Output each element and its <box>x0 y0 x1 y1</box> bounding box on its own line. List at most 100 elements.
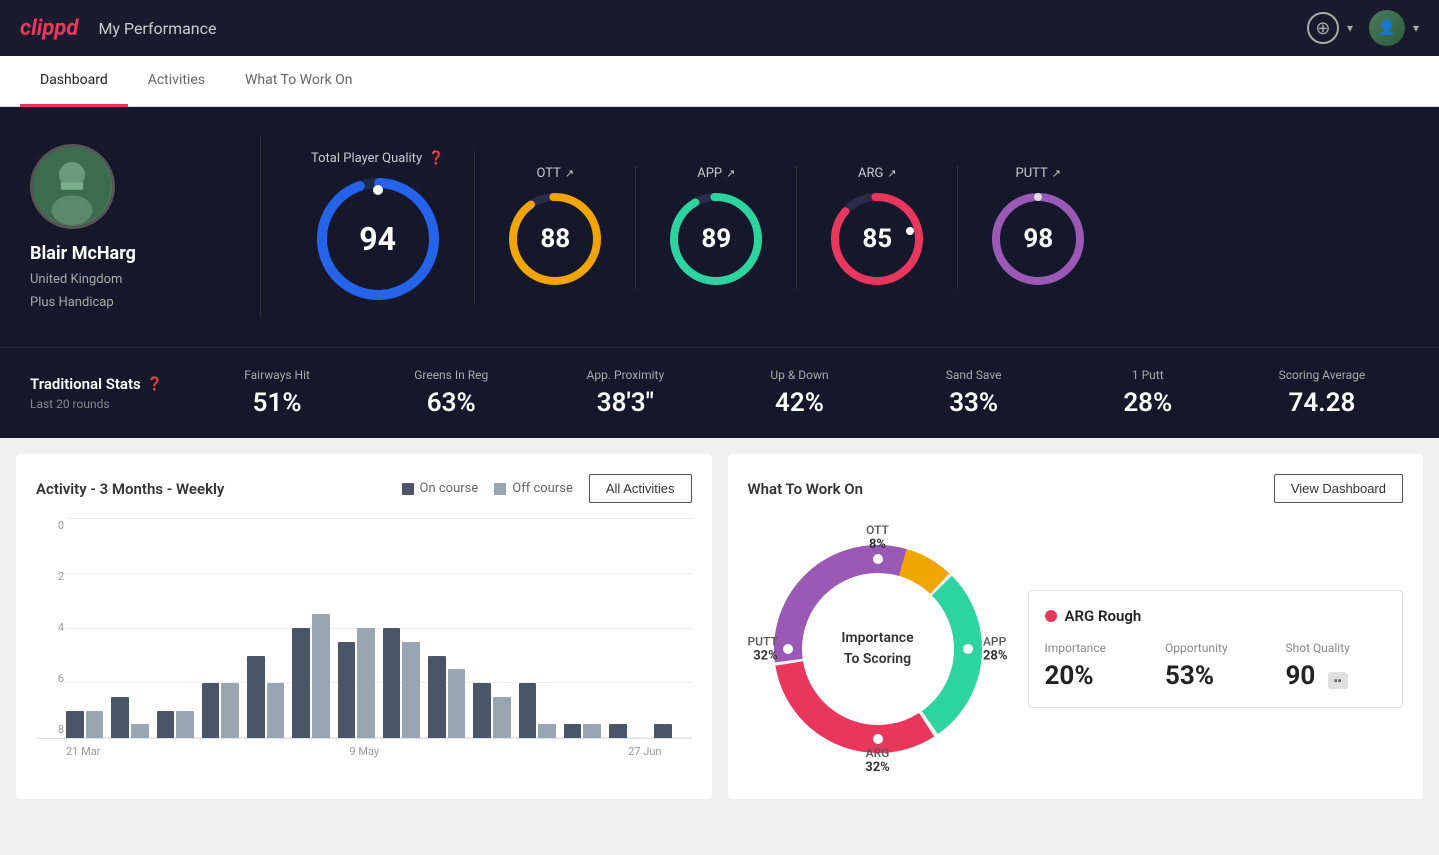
player-avatar <box>30 144 115 229</box>
tab-what-to-work-on[interactable]: What To Work On <box>225 56 373 107</box>
stat-name-sand: Sand Save <box>887 368 1061 382</box>
ott-arrow-icon: ↗ <box>565 167 574 180</box>
x-axis: 21 Mar 9 May 27 Jun <box>36 739 692 758</box>
add-button[interactable]: ⊕ <box>1307 12 1339 44</box>
bar-off-3 <box>221 683 239 738</box>
donut-chart-container: ImportanceTo Scoring OTT 8% APP 28% ARG … <box>748 519 1008 779</box>
trad-label-block: Traditional Stats ❓ Last 20 rounds <box>30 375 190 411</box>
bar-chart: 8 6 4 2 0 <box>36 519 692 739</box>
stats-banner: Blair McHarg United Kingdom Plus Handica… <box>0 107 1439 347</box>
bar-off-0 <box>86 711 104 739</box>
arg-arrow-icon: ↗ <box>887 167 896 180</box>
info-shot-quality-badge: ▪▪ <box>1328 672 1348 689</box>
app-gauge: 89 <box>666 189 766 289</box>
header: clippd My Performance ⊕ ▾ 👤 ▾ <box>0 0 1439 56</box>
header-left: clippd My Performance <box>20 16 217 41</box>
stat-sand-save: Sand Save 33% <box>887 368 1061 418</box>
bar-off-6 <box>357 628 375 738</box>
ott-gauge: 88 <box>505 189 605 289</box>
work-card-header: What To Work On View Dashboard <box>748 474 1404 503</box>
bar-group-7 <box>383 628 420 738</box>
bar-group-5 <box>292 614 329 738</box>
info-shot-quality: Shot Quality 90 ▪▪ <box>1286 641 1387 691</box>
total-quality-label: Total Player Quality <box>311 151 422 166</box>
stat-greens-in-reg: Greens In Reg 63% <box>364 368 538 418</box>
info-importance-label: Importance <box>1045 641 1146 655</box>
info-card: ARG Rough Importance 20% Opportunity 53%… <box>1028 590 1404 708</box>
putt-label: PUTT ↗ <box>1016 166 1061 181</box>
player-avatar-inner <box>33 147 112 226</box>
grid-line-25 <box>66 682 692 683</box>
bar-off-8 <box>448 669 466 738</box>
bar-off-7 <box>402 642 420 738</box>
tabs: Dashboard Activities What To Work On <box>0 56 1439 107</box>
y-tick-2: 2 <box>36 570 64 583</box>
stat-value-scoring: 74.28 <box>1235 388 1409 418</box>
stat-name-gir: Greens In Reg <box>364 368 538 382</box>
bar-on-8 <box>428 656 446 739</box>
work-content: ImportanceTo Scoring OTT 8% APP 28% ARG … <box>748 519 1404 779</box>
seg-label-putt: PUTT 32% <box>748 635 778 664</box>
total-quality-gauge: 94 <box>313 174 443 304</box>
total-quality: Total Player Quality ❓ 94 <box>281 151 475 304</box>
grid-line-75 <box>66 573 692 574</box>
bar-chart-wrapper: 8 6 4 2 0 21 Mar 9 May 27 Jun <box>36 519 692 758</box>
bar-on-12 <box>609 724 627 738</box>
tab-activities[interactable]: Activities <box>128 56 225 107</box>
legend-on-course: On course <box>402 481 479 496</box>
stat-name-1putt: 1 Putt <box>1061 368 1235 382</box>
info-card-title-row: ARG Rough <box>1045 607 1387 625</box>
total-quality-help-icon: ❓ <box>428 151 444 166</box>
bar-off-5 <box>312 614 330 738</box>
legend-off-course: Off course <box>494 481 573 496</box>
view-dashboard-button[interactable]: View Dashboard <box>1274 474 1403 503</box>
bar-group-13 <box>654 724 691 738</box>
bar-off-1 <box>131 724 149 738</box>
info-shot-quality-label: Shot Quality <box>1286 641 1387 655</box>
trad-help-icon: ❓ <box>147 377 163 392</box>
bar-group-2 <box>157 711 194 739</box>
bar-on-7 <box>383 628 401 738</box>
ott-label: OTT ↗ <box>536 166 574 181</box>
app-arrow-icon: ↗ <box>726 167 735 180</box>
logo: clippd <box>20 16 78 41</box>
putt-value: 98 <box>1023 224 1053 254</box>
x-tick-mar: 21 Mar <box>66 745 100 758</box>
bar-on-2 <box>157 711 175 739</box>
bar-on-9 <box>473 683 491 738</box>
donut-center-label: ImportanceTo Scoring <box>841 628 913 670</box>
grid-line-100 <box>66 518 692 519</box>
seg-label-app: APP 28% <box>983 635 1008 664</box>
ott-score: OTT ↗ 88 <box>475 166 636 289</box>
bar-on-5 <box>292 628 310 738</box>
y-axis: 8 6 4 2 0 <box>36 519 64 738</box>
stat-1-putt: 1 Putt 28% <box>1061 368 1235 418</box>
divider-vertical-1 <box>260 137 261 317</box>
work-title: What To Work On <box>748 480 864 498</box>
y-tick-0: 0 <box>36 519 64 532</box>
app-value: 89 <box>701 224 731 254</box>
lower-content: Activity - 3 Months - Weekly On course O… <box>0 438 1439 815</box>
info-importance-value: 20% <box>1045 661 1146 691</box>
stat-value-sand: 33% <box>887 388 1061 418</box>
bar-off-11 <box>583 724 601 738</box>
bar-on-3 <box>202 683 220 738</box>
stat-name-updown: Up & Down <box>712 368 886 382</box>
bar-group-1 <box>111 697 148 738</box>
bar-off-9 <box>493 697 511 738</box>
all-activities-button[interactable]: All Activities <box>589 474 692 503</box>
trad-label: Traditional Stats ❓ <box>30 375 190 393</box>
info-opportunity: Opportunity 53% <box>1165 641 1266 691</box>
putt-score: PUTT ↗ 98 <box>958 166 1118 289</box>
bar-on-10 <box>519 683 537 738</box>
arg-value: 85 <box>862 224 892 254</box>
header-title: My Performance <box>98 19 216 38</box>
app-score: APP ↗ 89 <box>636 166 797 289</box>
add-dropdown-arrow: ▾ <box>1347 21 1353 35</box>
bar-group-9 <box>473 683 510 738</box>
avatar[interactable]: 👤 <box>1369 10 1405 46</box>
tab-dashboard[interactable]: Dashboard <box>20 56 128 107</box>
quality-scores: OTT ↗ 88 APP ↗ 89 <box>475 166 1409 289</box>
bar-group-6 <box>338 628 375 738</box>
legend-on-course-dot <box>402 483 414 495</box>
